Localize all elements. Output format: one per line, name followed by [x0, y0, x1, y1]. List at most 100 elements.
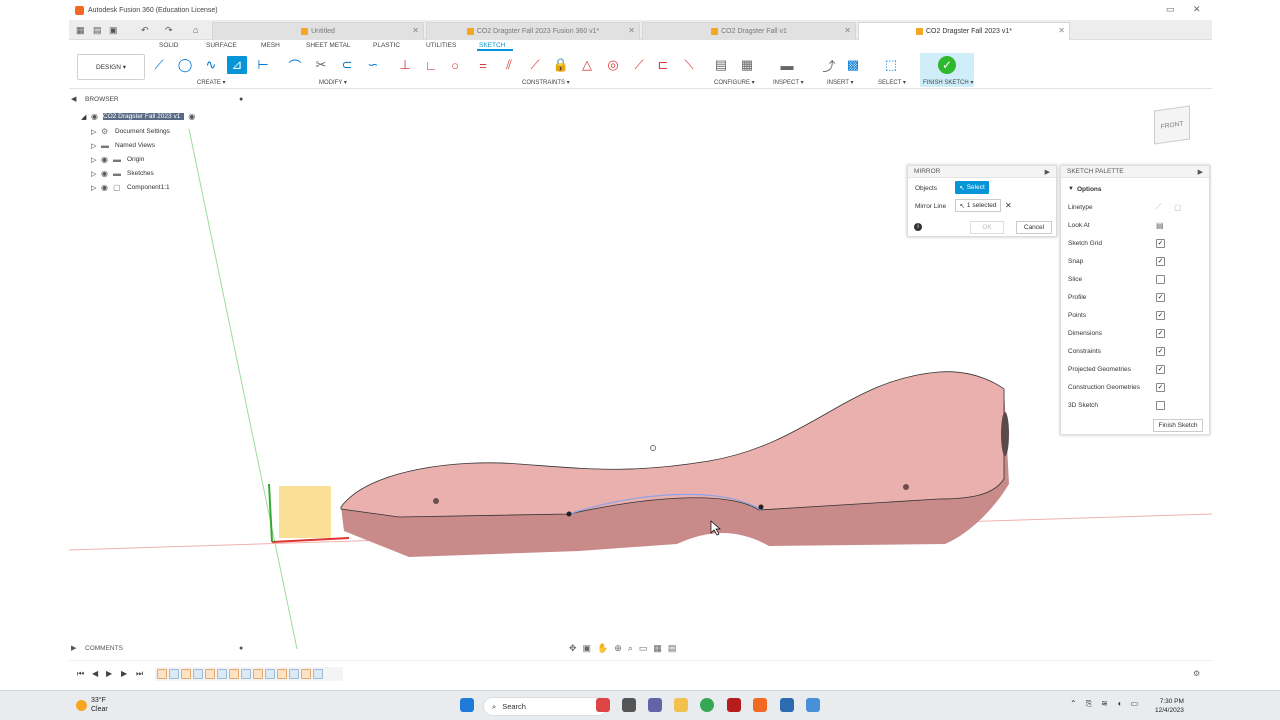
minimize-icon[interactable]: ▭	[1166, 4, 1175, 15]
dimensions-checkbox[interactable]: ✓	[1156, 329, 1165, 338]
taskbar-search[interactable]: ⌕ Search	[483, 697, 608, 716]
timeline-feature[interactable]	[169, 669, 179, 679]
offset-icon[interactable]: ⊂	[337, 56, 357, 74]
option-points[interactable]: Points ✓	[1068, 309, 1198, 321]
next-step-icon[interactable]: ▶	[121, 669, 127, 678]
midpoint-icon[interactable]: ⟋	[629, 56, 649, 74]
file-explorer-icon[interactable]	[674, 698, 688, 712]
projected-geometries-checkbox[interactable]: ✓	[1156, 365, 1165, 374]
eye-icon[interactable]: ◉	[101, 155, 113, 164]
select-objects-button[interactable]: ↖ Select	[955, 181, 989, 194]
weather-widget[interactable]: 33°F Clear	[76, 696, 108, 714]
perpendicular-icon[interactable]: ∟	[421, 56, 441, 74]
browser-root[interactable]: ◢ ◉ CO2 Dragster Fall 2023 v1 ◉	[81, 110, 195, 123]
inspect-menu[interactable]: INSPECT ▾	[773, 79, 804, 86]
mirror-line-selection[interactable]: ↖ 1 selected	[955, 199, 1001, 212]
info-icon[interactable]: i	[914, 223, 922, 231]
parameters-icon[interactable]: ▤	[711, 56, 731, 74]
fix-icon[interactable]: 🔒	[551, 56, 571, 74]
cancel-button[interactable]: Cancel	[1016, 221, 1052, 234]
tab-solid[interactable]: SOLID	[159, 42, 179, 49]
workspace-dropdown[interactable]: DESIGN ▾	[77, 54, 145, 80]
mirror-tool-icon[interactable]: ⊿	[227, 56, 247, 74]
tab-mesh[interactable]: MESH	[261, 42, 280, 49]
doc-tab-active[interactable]: CO2 Dragster Fall 2023 v1* ✕	[858, 22, 1070, 40]
eye-icon[interactable]: ◉	[101, 183, 113, 192]
expand-dialog-icon[interactable]: ▶	[1045, 168, 1050, 176]
view-cube-face-label[interactable]: FRONT	[1161, 120, 1183, 130]
points-checkbox[interactable]: ✓	[1156, 311, 1165, 320]
option-slice[interactable]: Slice	[1068, 273, 1198, 285]
collapse-icon[interactable]: ◀	[71, 95, 85, 103]
previous-step-icon[interactable]: ◀	[92, 669, 98, 678]
expand-icon[interactable]: ▷	[91, 156, 101, 164]
file-icon[interactable]: ▤	[93, 25, 102, 36]
option-projected-geometries[interactable]: Projected Geometries ✓	[1068, 363, 1198, 375]
expand-icon[interactable]: ▷	[91, 184, 101, 192]
close-tab-icon[interactable]: ✕	[628, 26, 635, 35]
task-view-icon[interactable]	[622, 698, 636, 712]
expand-palette-icon[interactable]: ▶	[1198, 168, 1203, 176]
view-cube[interactable]: FRONT	[1154, 105, 1190, 145]
coincident-icon[interactable]: ⊥	[395, 56, 415, 74]
option-snap[interactable]: Snap ✓	[1068, 255, 1198, 267]
configure-menu[interactable]: CONFIGURE ▾	[714, 79, 755, 86]
profile-checkbox[interactable]: ✓	[1156, 293, 1165, 302]
timeline-feature[interactable]	[277, 669, 287, 679]
extend-icon[interactable]: ∽	[363, 56, 383, 74]
app-icon[interactable]	[727, 698, 741, 712]
zoom-icon[interactable]: ⊕	[614, 643, 622, 654]
screen-recorder-icon[interactable]	[806, 698, 820, 712]
ok-button[interactable]: OK	[970, 221, 1004, 234]
circle-icon[interactable]: ◯	[175, 56, 195, 74]
grid-settings-icon[interactable]: ▦	[653, 643, 662, 654]
close-tab-icon[interactable]: ✕	[1058, 26, 1065, 35]
3d-sketch-checkbox[interactable]	[1156, 401, 1165, 410]
insert-icon[interactable]: ⤴	[819, 56, 839, 74]
configure-table-icon[interactable]: ▦	[737, 56, 757, 74]
expand-icon[interactable]: ▷	[91, 128, 101, 136]
redo-icon[interactable]: ↷	[165, 25, 173, 36]
dimension-icon[interactable]: ⊢	[253, 56, 273, 74]
expand-icon[interactable]: ▷	[91, 170, 101, 178]
concentric-icon[interactable]: ◎	[603, 56, 623, 74]
usb-icon[interactable]: ⎘	[1086, 699, 1092, 709]
equal-icon[interactable]: =	[473, 56, 493, 74]
orbit-icon[interactable]: ✥	[569, 643, 577, 654]
tab-plastic[interactable]: PLASTIC	[373, 42, 400, 49]
line-icon[interactable]: ⟋	[149, 56, 169, 74]
tangent-icon[interactable]: ○	[445, 56, 465, 74]
copilot-icon[interactable]	[596, 698, 610, 712]
timeline-feature[interactable]	[205, 669, 215, 679]
timeline-feature[interactable]	[181, 669, 191, 679]
curvature-icon[interactable]: ⟍	[679, 56, 699, 74]
timeline-feature[interactable]	[229, 669, 239, 679]
slice-checkbox[interactable]	[1156, 275, 1165, 284]
fusion-taskbar-icon[interactable]	[753, 698, 767, 712]
tree-item-origin[interactable]: ▷ ◉ ▬ Origin	[91, 153, 144, 166]
option-3d-sketch[interactable]: 3D Sketch	[1068, 399, 1198, 411]
doc-tab-fusion-v1[interactable]: CO2 Dragster Fall 2023 Fusion 360 v1* ✕	[426, 22, 640, 40]
app-c-icon[interactable]	[780, 698, 794, 712]
radio-icon[interactable]: ◉	[188, 112, 195, 121]
sketch-grid-checkbox[interactable]: ✓	[1156, 239, 1165, 248]
option-dimensions[interactable]: Dimensions ✓	[1068, 327, 1198, 339]
select-menu[interactable]: SELECT ▾	[878, 79, 906, 86]
modify-menu[interactable]: MODIFY ▾	[319, 79, 347, 86]
browser-pin-icon[interactable]: ●	[239, 96, 243, 103]
teams-icon[interactable]	[648, 698, 662, 712]
battery-icon[interactable]: ▭	[1131, 699, 1139, 709]
timeline-settings-gear-icon[interactable]: ⚙	[1193, 669, 1200, 678]
wifi-icon[interactable]: ≋	[1101, 699, 1108, 709]
timeline-feature[interactable]	[289, 669, 299, 679]
options-section[interactable]: ▼ Options	[1068, 183, 1198, 195]
home-icon[interactable]: ⌂	[193, 25, 198, 35]
timeline-feature[interactable]	[157, 669, 167, 679]
grid-menu-icon[interactable]: ▦	[76, 25, 85, 36]
tab-sketch[interactable]: SKETCH	[479, 42, 505, 49]
constraints-menu[interactable]: CONSTRAINTS ▾	[522, 79, 570, 86]
fillet-icon[interactable]: ⌒	[285, 56, 305, 74]
collapse-triangle-icon[interactable]: ◢	[81, 113, 91, 121]
timeline-feature[interactable]	[253, 669, 263, 679]
horizontal-vertical-icon[interactable]: ⊏	[653, 56, 673, 74]
